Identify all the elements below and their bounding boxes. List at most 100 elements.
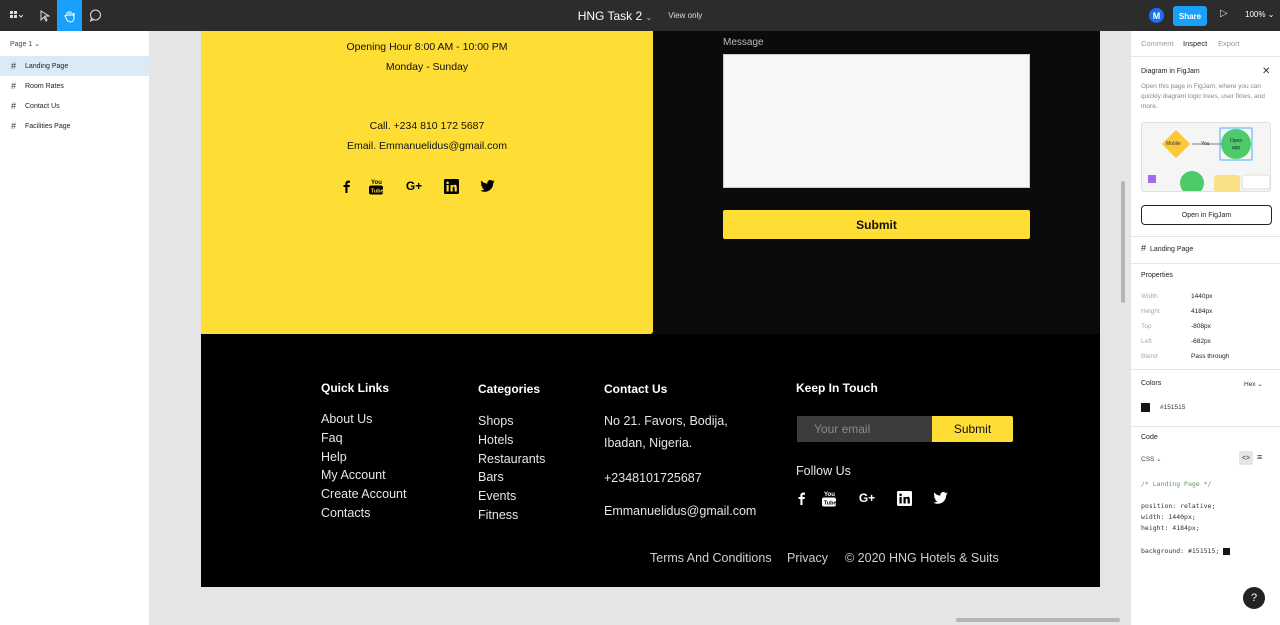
footer-link-my-account[interactable]: My Account [321, 468, 386, 482]
footer-cat-events[interactable]: Events [478, 489, 516, 503]
document-title-area: HNG Task 2 ⌄ View only [0, 0, 1280, 31]
quick-links-title: Quick Links [321, 381, 390, 395]
footer-link-faq[interactable]: Faq [321, 431, 343, 445]
divider [1131, 263, 1280, 264]
google-plus-icon[interactable]: G+ [404, 177, 424, 195]
design-canvas[interactable]: Opening Hour 8:00 AM - 10:00 PM Monday -… [150, 31, 1130, 625]
inspect-panel: Comment Inspect Export Diagram in FigJam… [1130, 31, 1280, 625]
present-play-icon[interactable]: ▷ [1220, 8, 1228, 19]
footer-link-create-account[interactable]: Create Account [321, 487, 406, 501]
figjam-description: Open this page in FigJam, where you can … [1141, 83, 1265, 110]
tab-inspect[interactable]: Inspect [1183, 39, 1207, 48]
footer-address-line1: No 21. Favors, Bodija, [604, 414, 728, 428]
zoom-level[interactable]: 100% ⌄ [1245, 10, 1274, 19]
terms-link[interactable]: Terms And Conditions [650, 551, 772, 565]
main-menu-icon[interactable] [0, 0, 31, 31]
footer-link-help[interactable]: Help [321, 450, 347, 464]
prop-key: Top [1141, 323, 1152, 330]
layer-landing-page[interactable]: # Landing Page [0, 56, 150, 76]
prop-value: -682px [1191, 338, 1211, 345]
horizontal-scrollbar[interactable] [956, 618, 1120, 622]
google-plus-icon[interactable]: G+ [857, 489, 877, 507]
svg-text:You: You [824, 492, 835, 498]
privacy-link[interactable]: Privacy [787, 551, 828, 565]
close-icon[interactable]: ✕ [1262, 66, 1270, 77]
footer-link-contacts[interactable]: Contacts [321, 506, 370, 520]
color-format-select[interactable]: Hex ⌄ [1244, 380, 1263, 388]
selected-layer: # Landing Page [1141, 243, 1194, 253]
prop-key: Blend [1141, 353, 1158, 360]
diagram-label-open-app: Open app [1229, 138, 1243, 151]
opening-days: Monday - Sunday [385, 61, 469, 73]
prop-value: Pass through [1191, 353, 1230, 360]
share-button[interactable]: Share [1173, 6, 1207, 26]
footer-cat-hotels[interactable]: Hotels [478, 433, 513, 447]
youtube-icon[interactable]: You Tube [821, 489, 837, 507]
layer-contact-us[interactable]: # Contact Us [0, 96, 150, 116]
open-in-figjam-button[interactable]: Open in FigJam [1141, 205, 1272, 225]
svg-text:You: You [371, 180, 382, 186]
footer-phone: +2348101725687 [604, 471, 702, 485]
linkedin-icon[interactable] [443, 177, 459, 195]
twitter-icon[interactable] [932, 489, 948, 507]
contact-email: Email. Emmanuelidus@gmail.com [346, 140, 508, 152]
divider [1131, 56, 1280, 57]
facebook-icon[interactable] [796, 489, 806, 507]
svg-text:Tube: Tube [371, 188, 383, 194]
code-background: background: #151515; [1141, 547, 1231, 555]
footer-link-about[interactable]: About Us [321, 412, 372, 426]
tab-comment[interactable]: Comment [1141, 39, 1174, 48]
youtube-icon[interactable]: You Tube [368, 177, 384, 195]
frame-icon: # [11, 121, 17, 131]
avatar[interactable]: M [1149, 8, 1164, 23]
footer-cat-bars[interactable]: Bars [478, 470, 504, 484]
color-swatch [1141, 403, 1150, 412]
layer-label: Facilities Page [25, 122, 71, 130]
prop-key: Width [1141, 293, 1158, 300]
twitter-icon[interactable] [479, 177, 495, 195]
tab-export[interactable]: Export [1218, 39, 1240, 48]
help-button[interactable]: ? [1243, 587, 1265, 609]
message-label: Message [723, 37, 764, 48]
site-footer: Quick Links About Us Faq Help My Account… [201, 334, 1100, 587]
layer-label: Room Rates [25, 82, 64, 90]
footer-cat-fitness[interactable]: Fitness [478, 508, 518, 522]
newsletter-submit-button[interactable]: Submit [932, 416, 1013, 442]
colors-title: Colors [1141, 380, 1162, 387]
copyright-text: © 2020 HNG Hotels & Suits [845, 551, 999, 565]
diagram-label-you: You [1201, 141, 1210, 147]
code-comment: /* Landing Page */ [1141, 480, 1212, 488]
layer-room-rates[interactable]: # Room Rates [0, 76, 150, 96]
page-selector[interactable]: Page 1 ⌄ [10, 40, 40, 48]
file-name[interactable]: HNG Task 2 ⌄ [578, 9, 653, 23]
code-view-icon[interactable]: <> [1239, 451, 1253, 465]
top-toolbar: HNG Task 2 ⌄ View only M Share ▷ 100% ⌄ [0, 0, 1280, 31]
layer-facilities-page[interactable]: # Facilities Page [0, 116, 150, 136]
diagram-label-mobile: Mobile [1166, 141, 1181, 147]
linkedin-icon[interactable] [896, 489, 912, 507]
prop-key: Left [1141, 338, 1152, 345]
contact-phone: Call. +234 810 172 5687 [369, 120, 485, 132]
divider [1131, 369, 1280, 370]
code-language-select[interactable]: CSS ⌄ [1141, 455, 1162, 463]
comment-tool-icon[interactable] [83, 0, 107, 31]
code-width: width: 1440px; [1141, 513, 1196, 521]
message-textarea[interactable] [723, 54, 1030, 188]
prop-key: Height [1141, 308, 1160, 315]
prop-value: -808px [1191, 323, 1211, 330]
divider [1131, 426, 1280, 427]
code-title: Code [1141, 434, 1158, 441]
footer-cat-shops[interactable]: Shops [478, 414, 513, 428]
newsletter-email-input[interactable]: Your email [797, 416, 933, 442]
form-submit-button[interactable]: Submit [723, 210, 1030, 239]
vertical-scrollbar[interactable] [1121, 181, 1125, 303]
layers-panel: Page 1 ⌄ # Landing Page # Room Rates # Cont… [0, 31, 150, 625]
footer-cat-restaurants[interactable]: Restaurants [478, 452, 545, 466]
color-value[interactable]: #151515 [1160, 404, 1185, 411]
facebook-icon[interactable] [341, 177, 351, 195]
svg-text:Tube: Tube [824, 500, 836, 506]
move-tool-icon[interactable] [33, 0, 57, 31]
list-view-icon[interactable]: ≡ [1257, 452, 1262, 462]
view-only-badge: View only [668, 11, 703, 20]
hand-tool-icon[interactable] [57, 0, 82, 31]
